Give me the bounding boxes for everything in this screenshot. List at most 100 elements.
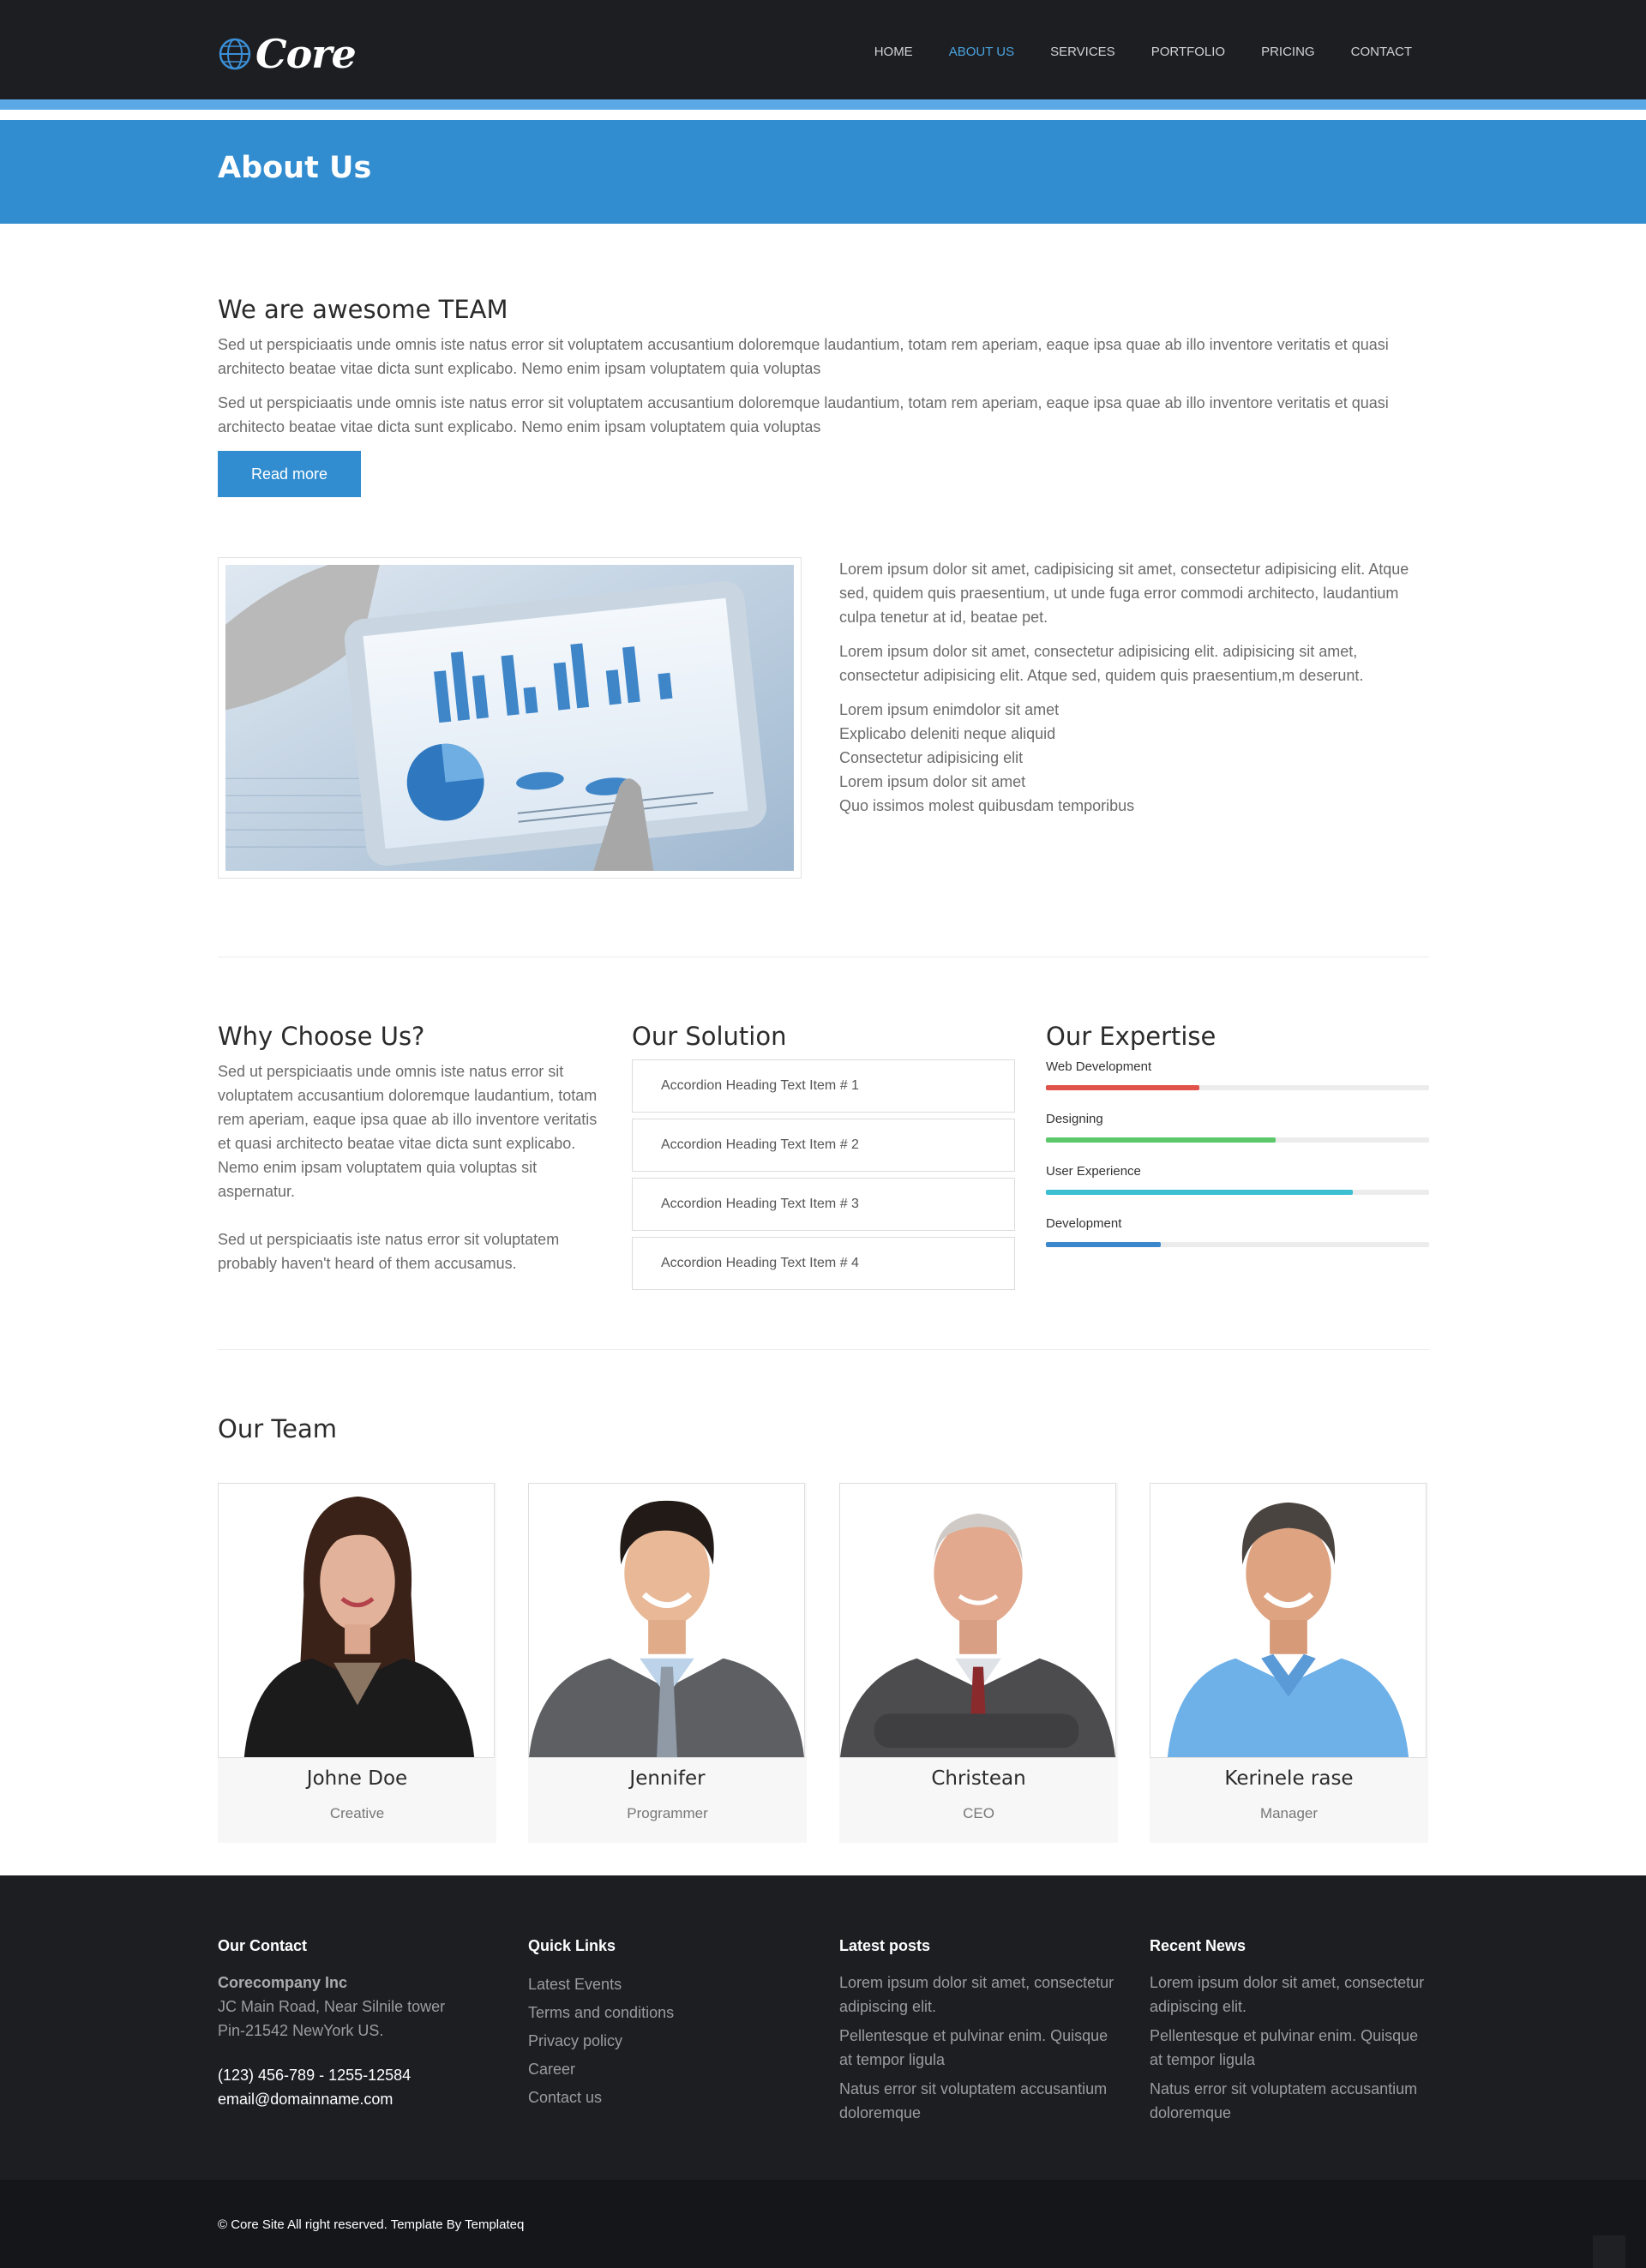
why-paragraph: Sed ut perspiciaatis iste natus error si… — [218, 1231, 560, 1272]
brand-name: Core — [255, 31, 357, 77]
feature-list: Lorem ipsum enimdolor sit amet Explicabo… — [839, 698, 1429, 818]
company-name: Corecompany Inc — [218, 1974, 348, 1991]
list-item: Lorem ipsum enimdolor sit amet — [839, 701, 1060, 718]
nav-pricing[interactable]: PRICING — [1261, 45, 1315, 59]
phone-number: (123) 456-789 - 1255-12584 — [218, 2067, 412, 2084]
nav-portfolio[interactable]: PORTFOLIO — [1151, 45, 1225, 59]
list-item: Quo issimos molest quibusdam temporibus — [839, 797, 1135, 814]
feature-text: Lorem ipsum dolor sit amet, cadipisicing… — [839, 557, 1429, 818]
skill-track — [1046, 1137, 1429, 1143]
skill-development: Development — [1046, 1216, 1429, 1269]
why-heading: Why Choose Us? — [218, 1022, 425, 1051]
team-intro-section: We are awesome TEAM Sed ut perspiciaatis… — [218, 295, 1429, 497]
post-link[interactable]: Natus error sit voluptatem accusantium d… — [839, 2077, 1122, 2125]
main-nav: HOME ABOUT US SERVICES PORTFOLIO PRICING… — [838, 45, 1412, 59]
nav-services[interactable]: SERVICES — [1050, 45, 1115, 59]
footer-bottom-bar: © Core Site All right reserved. Template… — [0, 2180, 1646, 2268]
page-title-band: About Us — [0, 120, 1646, 224]
page-title: About Us — [218, 151, 372, 185]
footer-contact: Our Contact Corecompany Inc JC Main Road… — [218, 1937, 501, 2111]
expertise-heading: Our Expertise — [1046, 1022, 1216, 1051]
intro-heading: We are awesome TEAM — [218, 295, 508, 324]
accordion-item-4[interactable]: Accordion Heading Text Item # 4 — [632, 1237, 1015, 1290]
divider — [218, 1349, 1429, 1350]
man-blue-shirt-portrait-photo — [1150, 1483, 1427, 1758]
scroll-to-top-button[interactable] — [1593, 2235, 1625, 2268]
tablet-chart-image — [218, 557, 802, 879]
team-card[interactable]: Kerinele rase Manager — [1150, 1483, 1428, 1843]
team-heading: Our Team — [218, 1414, 337, 1443]
skill-label: Designing — [1046, 1112, 1103, 1126]
skill-label: User Experience — [1046, 1164, 1141, 1179]
member-role: Creative — [329, 1805, 385, 1821]
skill-label: Web Development — [1046, 1059, 1152, 1074]
man-blue-shirt-portrait-illustration — [1150, 1484, 1426, 1757]
footer-link-terms[interactable]: Terms and conditions — [528, 1999, 811, 2027]
footer-heading: Recent News — [1150, 1937, 1247, 1954]
intro-paragraph: Sed ut perspiciaatis unde omnis iste nat… — [218, 394, 1389, 435]
list-item: Consectetur adipisicing elit — [839, 749, 1024, 766]
skill-fill — [1046, 1085, 1199, 1090]
news-link[interactable]: Natus error sit voluptatem accusantium d… — [1150, 2077, 1433, 2125]
accordion-item-3[interactable]: Accordion Heading Text Item # 3 — [632, 1178, 1015, 1231]
member-name: Christean — [931, 1767, 1026, 1790]
skill-track — [1046, 1242, 1429, 1247]
skill-fill — [1046, 1242, 1162, 1247]
site-header: Core HOME ABOUT US SERVICES PORTFOLIO PR… — [0, 0, 1646, 110]
news-link[interactable]: Pellentesque et pulvinar enim. Quisque a… — [1150, 2024, 1433, 2072]
woman-portrait-photo — [218, 1483, 495, 1758]
team-card[interactable]: Johne Doe Creative — [218, 1483, 496, 1843]
skill-user-experience: User Experience — [1046, 1164, 1429, 1216]
accordion-item-2[interactable]: Accordion Heading Text Item # 2 — [632, 1119, 1015, 1172]
address-line: Pin-21542 NewYork US. — [218, 2022, 384, 2039]
skill-fill — [1046, 1137, 1277, 1143]
member-name: Johne Doe — [306, 1767, 408, 1790]
nav-home[interactable]: HOME — [874, 45, 913, 59]
logo[interactable]: Core — [218, 31, 357, 77]
list-item: Explicabo deleniti neque aliquid — [839, 725, 1056, 742]
member-role: Programmer — [627, 1805, 708, 1821]
skill-track — [1046, 1085, 1429, 1090]
tablet-chart-illustration — [225, 565, 794, 871]
feature-paragraph: Lorem ipsum dolor sit amet, consectetur … — [839, 643, 1364, 684]
senior-man-portrait-illustration — [840, 1484, 1115, 1757]
read-more-button[interactable]: Read more — [218, 451, 361, 497]
email-link[interactable]: email@domainname.com — [218, 2087, 501, 2111]
footer-heading: Quick Links — [528, 1937, 616, 1954]
skill-designing: Designing — [1046, 1112, 1429, 1164]
globe-icon — [219, 38, 251, 70]
footer-link-privacy[interactable]: Privacy policy — [528, 2027, 811, 2055]
member-name: Jennifer — [629, 1767, 706, 1790]
footer-link-career[interactable]: Career — [528, 2055, 811, 2084]
footer-latest-posts: Latest posts Lorem ipsum dolor sit amet,… — [839, 1937, 1122, 2130]
young-man-portrait-illustration — [529, 1484, 804, 1757]
nav-contact[interactable]: CONTACT — [1351, 45, 1412, 59]
footer-heading: Our Contact — [218, 1937, 308, 1954]
post-link[interactable]: Pellentesque et pulvinar enim. Quisque a… — [839, 2024, 1122, 2072]
address-line: JC Main Road, Near Silnile tower — [218, 1998, 446, 2015]
member-name: Kerinele rase — [1224, 1767, 1354, 1790]
our-solution-section: Our Solution Accordion Heading Text Item… — [632, 1022, 1015, 1296]
nav-about-us[interactable]: ABOUT US — [949, 45, 1014, 59]
accordion-item-1[interactable]: Accordion Heading Text Item # 1 — [632, 1059, 1015, 1113]
young-man-portrait-photo — [528, 1483, 805, 1758]
our-expertise-section: Our Expertise Web Development Designing … — [1046, 1022, 1429, 1269]
footer-quick-links: Quick Links Latest Events Terms and cond… — [528, 1937, 811, 2112]
footer-link-latest-events[interactable]: Latest Events — [528, 1971, 811, 1999]
feature-paragraph: Lorem ipsum dolor sit amet, cadipisicing… — [839, 561, 1409, 626]
skill-fill — [1046, 1190, 1353, 1195]
list-item: Lorem ipsum dolor sit amet — [839, 773, 1026, 790]
member-role: Manager — [1259, 1805, 1319, 1821]
skill-label: Development — [1046, 1216, 1122, 1231]
post-link[interactable]: Lorem ipsum dolor sit amet, consectetur … — [839, 1971, 1122, 2019]
solution-heading: Our Solution — [632, 1022, 787, 1051]
copyright-text: © Core Site All right reserved. Template… — [218, 2217, 525, 2232]
news-link[interactable]: Lorem ipsum dolor sit amet, consectetur … — [1150, 1971, 1433, 2019]
footer-link-contact[interactable]: Contact us — [528, 2084, 811, 2112]
team-card[interactable]: Christean CEO — [839, 1483, 1118, 1843]
woman-portrait-illustration — [219, 1484, 494, 1757]
skill-web-development: Web Development — [1046, 1059, 1429, 1112]
member-role: CEO — [963, 1805, 994, 1821]
footer-heading: Latest posts — [839, 1937, 931, 1954]
team-card[interactable]: Jennifer Programmer — [528, 1483, 807, 1843]
